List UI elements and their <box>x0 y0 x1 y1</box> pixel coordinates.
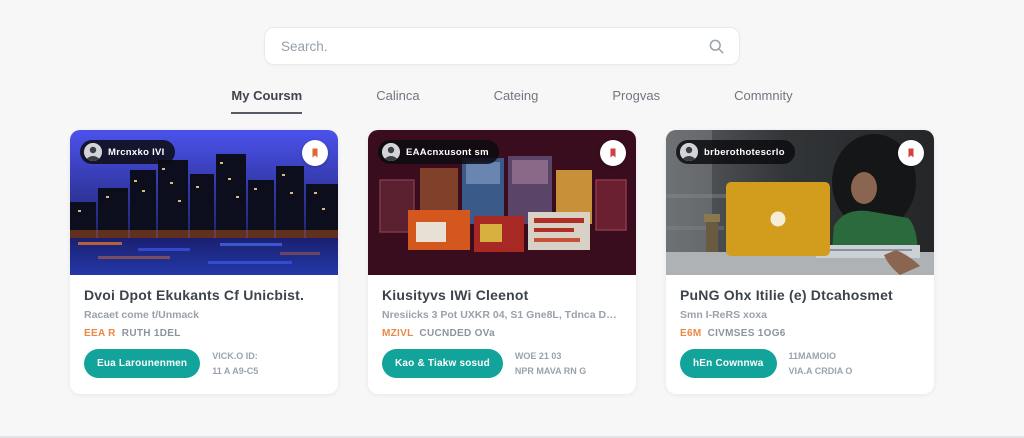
search-input[interactable] <box>279 38 707 55</box>
enroll-button[interactable]: hEn Cownnwa <box>680 349 777 378</box>
course-platform-page: My Coursm Calinca Cateing Progvas Commni… <box>0 0 1024 438</box>
course-meta-rest: RUTH 1DEL <box>122 328 181 339</box>
aside-line-2: NPR MAVA RN G <box>515 364 586 378</box>
bookmark-button[interactable] <box>600 140 626 166</box>
card-body: Kiusityvs IWi Cleenot Nresiicks 3 Pot UX… <box>368 275 636 390</box>
course-aside-info: WOE 21 03 NPR MAVA RN G <box>515 349 586 378</box>
course-card-grid: Mrcnxko IVI Dvoi Dpot Ekukants Cf Unicbi… <box>70 130 934 394</box>
card-footer: Kao & Tiakw sosud WOE 21 03 NPR MAVA RN … <box>382 349 622 378</box>
enroll-button[interactable]: Kao & Tiakw sosud <box>382 349 503 378</box>
bookmark-button[interactable] <box>302 140 328 166</box>
tab-community[interactable]: Commnity <box>734 88 793 114</box>
course-card-2[interactable]: EAAcnxusont sm Kiusityvs IWi Cleenot Nre… <box>368 130 636 394</box>
tab-courses[interactable]: Calinca <box>376 88 419 114</box>
bookmark-icon <box>309 147 321 159</box>
creator-name: Mrcnxko IVI <box>108 147 165 158</box>
course-meta-highlight: MZIVL <box>382 328 413 339</box>
bookmark-icon <box>905 147 917 159</box>
course-card-1[interactable]: Mrcnxko IVI Dvoi Dpot Ekukants Cf Unicbi… <box>70 130 338 394</box>
creator-avatar <box>680 143 698 161</box>
tab-catalog[interactable]: Cateing <box>494 88 539 114</box>
creator-name: brberothotescrlo <box>704 147 785 158</box>
aside-line-1: WOE 21 03 <box>515 349 586 363</box>
course-subtitle: Racaet come t/Unmack <box>84 309 324 321</box>
card-footer: Eua Larounenmen VICK.O ID: 11 A A9-C5 <box>84 349 324 378</box>
course-meta-highlight: EEA R <box>84 328 116 339</box>
course-meta-highlight: E6M <box>680 328 701 339</box>
creator-badge: brberothotescrlo <box>676 140 795 164</box>
course-meta: EEA R RUTH 1DEL <box>84 328 324 339</box>
search-bar <box>264 27 740 65</box>
creator-avatar <box>382 143 400 161</box>
bookmark-button[interactable] <box>898 140 924 166</box>
course-meta: MZIVL CUCNDED OVa <box>382 328 622 339</box>
aside-line-1: 11MAMOIO <box>789 349 853 363</box>
creator-avatar <box>84 143 102 161</box>
course-subtitle: Nresiicks 3 Pot UXKR 04, S1 Gne8L, Tdnca… <box>382 309 622 321</box>
course-aside-info: VICK.O ID: 11 A A9-C5 <box>212 349 258 378</box>
course-image-woman-laptop[interactable]: brberothotescrlo <box>666 130 934 275</box>
course-title: PuNG Ohx Itilie (e) Dtcahosmet <box>680 287 920 303</box>
aside-line-2: VIA.A CRDIA O <box>789 364 853 378</box>
card-footer: hEn Cownnwa 11MAMOIO VIA.A CRDIA O <box>680 349 920 378</box>
course-card-3[interactable]: brberothotescrlo PuNG Ohx Itilie (e) Dtc… <box>666 130 934 394</box>
card-body: PuNG Ohx Itilie (e) Dtcahosmet Smn I-ReR… <box>666 275 934 390</box>
course-image-book-collage[interactable]: EAAcnxusont sm <box>368 130 636 275</box>
bookmark-icon <box>607 147 619 159</box>
creator-badge: EAAcnxusont sm <box>378 140 499 164</box>
creator-badge: Mrcnxko IVI <box>80 140 175 164</box>
enroll-button[interactable]: Eua Larounenmen <box>84 349 200 378</box>
course-meta-rest: CUCNDED OVa <box>419 328 495 339</box>
tab-programs[interactable]: Progvas <box>612 88 660 114</box>
course-meta-rest: CIVMSES 1OG6 <box>708 328 786 339</box>
course-aside-info: 11MAMOIO VIA.A CRDIA O <box>789 349 853 378</box>
tab-my-courses[interactable]: My Coursm <box>231 88 302 114</box>
course-title: Dvoi Dpot Ekukants Cf Unicbist. <box>84 287 324 303</box>
creator-name: EAAcnxusont sm <box>406 147 489 158</box>
aside-line-1: VICK.O ID: <box>212 349 258 363</box>
search-icon[interactable] <box>707 37 725 55</box>
course-subtitle: Smn I-ReRS xoxa <box>680 309 920 321</box>
card-body: Dvoi Dpot Ekukants Cf Unicbist. Racaet c… <box>70 275 338 390</box>
course-title: Kiusityvs IWi Cleenot <box>382 287 622 303</box>
main-tabs: My Coursm Calinca Cateing Progvas Commni… <box>0 88 1024 114</box>
course-image-city-night[interactable]: Mrcnxko IVI <box>70 130 338 275</box>
aside-line-2: 11 A A9-C5 <box>212 364 258 378</box>
course-meta: E6M CIVMSES 1OG6 <box>680 328 920 339</box>
